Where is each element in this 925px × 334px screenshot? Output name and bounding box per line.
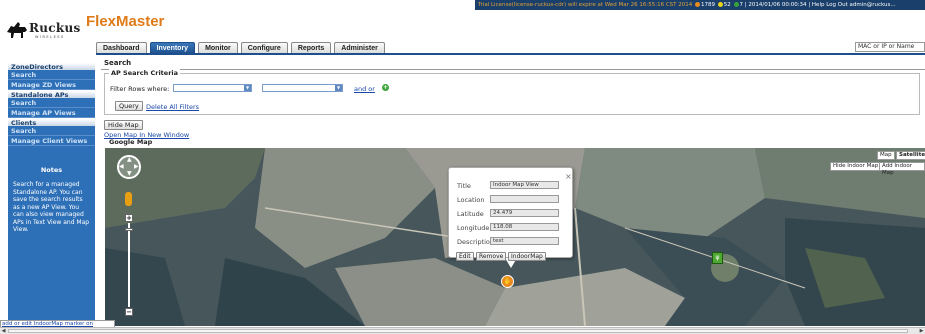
page-title: Search xyxy=(104,59,132,67)
license-text: Trial License(license-ruckus-cdr) will e… xyxy=(478,2,693,8)
logout-link[interactable]: Log Out xyxy=(826,2,848,8)
filter-operator-select[interactable]: ▼ xyxy=(262,84,343,92)
street-view-pegman-icon[interactable] xyxy=(125,192,132,206)
popup-indoormap-button[interactable]: IndoorMap xyxy=(508,252,546,261)
delete-all-filters-link[interactable]: Delete All Filters xyxy=(146,103,199,111)
sidebar-item-ap-search[interactable]: Search xyxy=(8,98,95,108)
sidebar-section-clients[interactable]: Clients xyxy=(8,118,95,127)
horizontal-scrollbar[interactable]: ◀ ▶ xyxy=(0,327,925,334)
global-search-input[interactable]: MAC or IP or Name xyxy=(855,42,925,52)
title-divider xyxy=(101,69,925,70)
scroll-right-icon[interactable]: ▶ xyxy=(918,328,925,334)
popup-longitude-label: Longitude xyxy=(457,224,490,232)
zoom-slider-thumb[interactable] xyxy=(125,228,133,231)
zoom-in-button[interactable]: + xyxy=(125,214,133,222)
sidebar-item-zd-search[interactable]: Search xyxy=(8,70,95,80)
popup-latitude-label: Latitude xyxy=(457,210,484,218)
popup-longitude-field[interactable]: 118.08 xyxy=(490,223,559,231)
popup-edit-button[interactable]: Edit xyxy=(456,252,474,261)
app-title: FlexMaster xyxy=(86,13,165,30)
criteria-legend: AP Search Criteria xyxy=(109,69,181,77)
access-point-marker-icon[interactable]: ψ xyxy=(712,252,723,264)
hide-map-button[interactable]: Hide Map xyxy=(104,120,143,130)
google-map-title: Google Map xyxy=(109,138,153,146)
popup-title-field[interactable]: Indoor Map View xyxy=(490,181,559,189)
sidebar-item-manage-zd-views[interactable]: Manage ZD Views xyxy=(8,80,95,90)
chevron-down-icon: ▼ xyxy=(335,85,342,91)
alarm-orange-count[interactable]: 1789 xyxy=(701,2,715,8)
scrollbar-thumb[interactable] xyxy=(8,329,908,333)
main-content: Search AP Search Criteria Filter Rows wh… xyxy=(101,56,925,326)
zoom-out-button[interactable]: − xyxy=(125,308,133,316)
header: Trial License(license-ruckus-cdr) will e… xyxy=(0,0,925,54)
dog-logo-icon xyxy=(7,22,27,38)
google-map[interactable]: Map Satellite Hide Indoor Map Add Indoor… xyxy=(105,148,925,326)
marker-info-popup: × Title Indoor Map View Location Latitud… xyxy=(448,167,573,268)
alarm-yellow-icon[interactable] xyxy=(717,2,723,7)
datetime: 2014/01/06 00:00:34 xyxy=(748,2,807,8)
popup-description-label: Description xyxy=(457,238,495,246)
sidebar: ZoneDirectors Search Manage ZD Views Sta… xyxy=(8,62,95,326)
logo-text: Ruckus xyxy=(29,21,81,35)
popup-latitude-field[interactable]: 24.479 xyxy=(490,209,559,217)
popup-location-field[interactable] xyxy=(490,195,559,203)
chevron-down-icon: ▼ xyxy=(244,85,251,91)
nav-divider xyxy=(96,53,925,55)
zoom-slider-track[interactable] xyxy=(128,223,130,307)
user-name: admin@ruckus... xyxy=(849,2,896,8)
alarm-green-count[interactable]: 7 xyxy=(740,2,744,8)
ruckus-logo: Ruckus WIRELESS xyxy=(5,18,80,40)
query-button[interactable]: Query xyxy=(115,101,143,111)
filter-field-select[interactable]: ▼ xyxy=(173,84,252,92)
add-indoor-map-button[interactable]: Add Indoor Map xyxy=(879,162,925,176)
popup-title-label: Title xyxy=(457,182,471,190)
sidebar-item-manage-ap-views[interactable]: Manage AP Views xyxy=(8,108,95,118)
notes-text: Search for a managed Standalone AP. You … xyxy=(13,181,90,233)
popup-remove-button[interactable]: Remove xyxy=(476,252,507,261)
sidebar-section-standalone-aps[interactable]: Standalone APs xyxy=(8,90,95,99)
hide-indoor-map-button[interactable]: Hide Indoor Map xyxy=(830,162,882,171)
map-type-satellite-button[interactable]: Satellite xyxy=(896,151,925,160)
logo-subtext: WIRELESS xyxy=(35,35,65,39)
alarm-orange-icon[interactable] xyxy=(695,2,701,7)
alarm-green-icon[interactable] xyxy=(733,2,739,7)
sidebar-section-zonedirectors[interactable]: ZoneDirectors xyxy=(8,62,95,71)
sidebar-item-manage-client-views[interactable]: Manage Client Views xyxy=(8,136,95,146)
filter-label: Filter Rows where: xyxy=(110,85,170,93)
close-icon[interactable]: × xyxy=(565,172,572,181)
sidebar-item-client-search[interactable]: Search xyxy=(8,126,95,136)
zoom-control: + − xyxy=(125,214,133,316)
notes-title: Notes xyxy=(40,166,63,174)
license-bar: Trial License(license-ruckus-cdr) will e… xyxy=(475,0,925,10)
help-link[interactable]: Help xyxy=(812,2,825,8)
add-filter-icon[interactable]: + xyxy=(382,84,389,91)
pan-control-icon[interactable]: ▲ ▼ ◀ ▶ xyxy=(117,155,141,179)
scroll-left-icon[interactable]: ◀ xyxy=(0,328,7,334)
indoor-map-marker-icon[interactable]: ✋ xyxy=(501,275,514,288)
search-criteria-fieldset: AP Search Criteria Filter Rows where: ▼ … xyxy=(104,69,920,115)
popup-description-field[interactable]: test xyxy=(490,237,559,245)
popup-location-label: Location xyxy=(457,196,485,204)
alarm-yellow-count[interactable]: 52 xyxy=(724,2,731,8)
map-type-map-button[interactable]: Map xyxy=(877,151,895,160)
and-or-links[interactable]: and or xyxy=(354,85,375,93)
